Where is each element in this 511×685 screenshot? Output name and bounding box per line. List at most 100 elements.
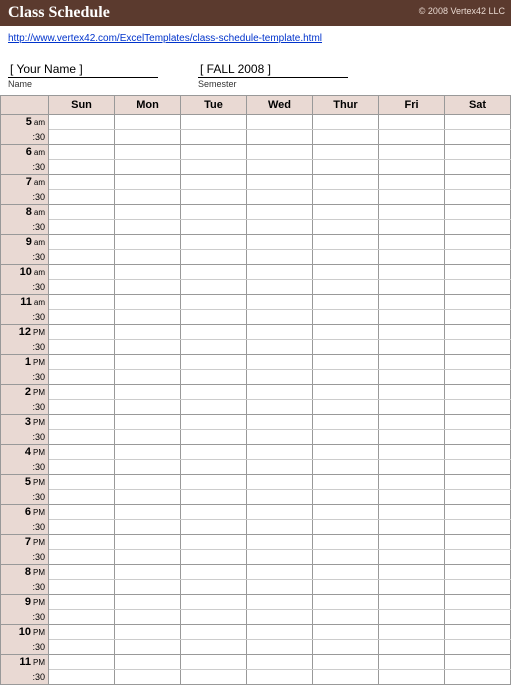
- schedule-cell: [247, 280, 313, 295]
- schedule-cell: [181, 340, 247, 355]
- schedule-cell: [181, 415, 247, 430]
- schedule-cell: [49, 505, 115, 520]
- link-row: http://www.vertex42.com/ExcelTemplates/c…: [0, 26, 511, 52]
- schedule-cell: [115, 280, 181, 295]
- schedule-cell: [379, 265, 445, 280]
- schedule-cell: [313, 190, 379, 205]
- schedule-cell: [115, 115, 181, 130]
- schedule-cell: [247, 175, 313, 190]
- schedule-cell: [181, 160, 247, 175]
- schedule-cell: [379, 355, 445, 370]
- schedule-cell: [313, 220, 379, 235]
- schedule-cell: [379, 340, 445, 355]
- schedule-cell: [445, 160, 511, 175]
- schedule-cell: [313, 310, 379, 325]
- schedule-cell: [379, 175, 445, 190]
- schedule-cell: [181, 640, 247, 655]
- schedule-cell: [247, 580, 313, 595]
- schedule-cell: [247, 520, 313, 535]
- schedule-cell: [115, 265, 181, 280]
- schedule-cell: [247, 655, 313, 670]
- schedule-cell: [313, 340, 379, 355]
- schedule-cell: [313, 145, 379, 160]
- hour-label: 1PM: [1, 355, 49, 370]
- schedule-cell: [181, 520, 247, 535]
- schedule-cell: [115, 190, 181, 205]
- schedule-cell: [49, 160, 115, 175]
- schedule-cell: [379, 160, 445, 175]
- schedule-cell: [313, 670, 379, 685]
- schedule-cell: [181, 385, 247, 400]
- schedule-cell: [181, 295, 247, 310]
- schedule-cell: [247, 325, 313, 340]
- schedule-cell: [247, 385, 313, 400]
- hour-label: 5PM: [1, 475, 49, 490]
- day-header: Fri: [379, 96, 445, 115]
- schedule-cell: [379, 610, 445, 625]
- hour-label: 10am: [1, 265, 49, 280]
- schedule-cell: [379, 280, 445, 295]
- schedule-cell: [379, 505, 445, 520]
- day-header: Wed: [247, 96, 313, 115]
- schedule-cell: [445, 400, 511, 415]
- hour-row: 6am: [1, 145, 511, 160]
- schedule-cell: [247, 400, 313, 415]
- hour-row: 4PM: [1, 445, 511, 460]
- hour-row: 2PM: [1, 385, 511, 400]
- semester-block: [ FALL 2008 ] Semester: [198, 60, 348, 89]
- schedule-cell: [49, 460, 115, 475]
- hour-row: 7PM: [1, 535, 511, 550]
- name-value: [ Your Name ]: [8, 62, 158, 78]
- schedule-cell: [49, 235, 115, 250]
- half-hour-label: :30: [1, 640, 49, 655]
- schedule-cell: [313, 520, 379, 535]
- schedule-cell: [247, 115, 313, 130]
- schedule-cell: [49, 610, 115, 625]
- schedule-cell: [49, 430, 115, 445]
- half-hour-label: :30: [1, 250, 49, 265]
- template-link[interactable]: http://www.vertex42.com/ExcelTemplates/c…: [8, 33, 322, 44]
- half-hour-row: :30: [1, 220, 511, 235]
- half-hour-label: :30: [1, 370, 49, 385]
- schedule-cell: [115, 625, 181, 640]
- schedule-cell: [247, 475, 313, 490]
- half-hour-row: :30: [1, 340, 511, 355]
- schedule-cell: [115, 175, 181, 190]
- schedule-cell: [445, 175, 511, 190]
- schedule-cell: [313, 355, 379, 370]
- schedule-cell: [115, 445, 181, 460]
- schedule-cell: [445, 220, 511, 235]
- schedule-cell: [115, 370, 181, 385]
- schedule-cell: [181, 220, 247, 235]
- schedule-cell: [49, 280, 115, 295]
- schedule-cell: [181, 550, 247, 565]
- schedule-cell: [115, 565, 181, 580]
- schedule-cell: [379, 370, 445, 385]
- schedule-cell: [49, 445, 115, 460]
- schedule-cell: [445, 325, 511, 340]
- schedule-cell: [247, 415, 313, 430]
- schedule-cell: [49, 340, 115, 355]
- schedule-cell: [115, 490, 181, 505]
- schedule-cell: [181, 595, 247, 610]
- schedule-cell: [181, 505, 247, 520]
- schedule-cell: [445, 310, 511, 325]
- schedule-cell: [115, 250, 181, 265]
- schedule-cell: [181, 445, 247, 460]
- half-hour-row: :30: [1, 190, 511, 205]
- schedule-cell: [379, 550, 445, 565]
- time-header: [1, 96, 49, 115]
- schedule-cell: [49, 640, 115, 655]
- schedule-cell: [49, 325, 115, 340]
- schedule-cell: [115, 145, 181, 160]
- hour-label: 10PM: [1, 625, 49, 640]
- schedule-cell: [247, 145, 313, 160]
- schedule-cell: [247, 295, 313, 310]
- schedule-cell: [115, 415, 181, 430]
- half-hour-row: :30: [1, 280, 511, 295]
- hour-row: 7am: [1, 175, 511, 190]
- schedule-cell: [115, 295, 181, 310]
- schedule-cell: [379, 310, 445, 325]
- half-hour-label: :30: [1, 460, 49, 475]
- schedule-cell: [49, 130, 115, 145]
